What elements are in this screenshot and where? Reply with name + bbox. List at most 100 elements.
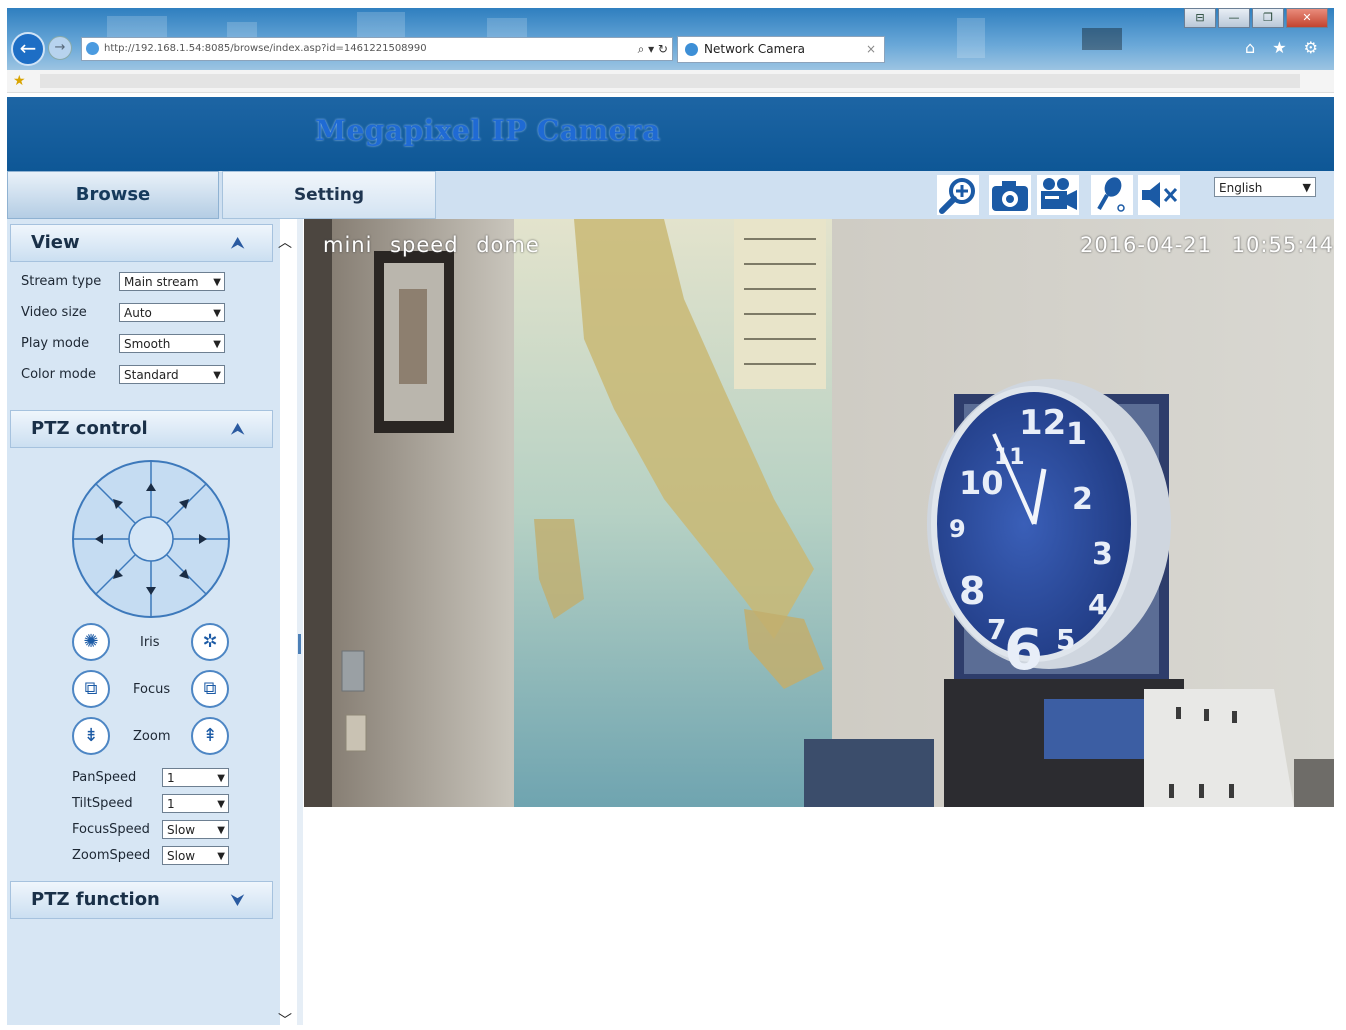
favorites-bar: ★ — [7, 70, 1334, 93]
stream-type-label: Stream type — [21, 274, 102, 289]
zoom-label: Zoom — [133, 729, 171, 744]
tilt-speed-label: TiltSpeed — [72, 796, 133, 811]
zoom-speed-select[interactable]: Slow ▼ — [162, 846, 229, 865]
focus-speed-select[interactable]: Slow ▼ — [162, 820, 229, 839]
color-mode-select[interactable]: Standard ▼ — [119, 365, 225, 384]
chevron-down-icon: ▼ — [217, 799, 225, 810]
tab-setting[interactable]: Setting — [222, 171, 436, 219]
clock-number: 4 — [1088, 588, 1107, 621]
view-section-header[interactable]: View ⮝ — [10, 224, 273, 262]
stream-type-select[interactable]: Main stream ▼ — [119, 272, 225, 291]
collapse-up-icon[interactable]: ⮝ — [231, 411, 244, 447]
chevron-down-icon: ▼ — [217, 851, 225, 862]
close-window-button[interactable]: ✕ — [1286, 8, 1328, 28]
chevron-down-icon: ▼ — [213, 308, 221, 319]
color-mode-value: Standard — [124, 368, 179, 382]
favorites-star-icon[interactable]: ★ — [13, 73, 26, 89]
focus-near-button[interactable]: ⧉ — [72, 670, 110, 708]
browser-tab[interactable]: Network Camera × — [677, 36, 885, 63]
left-panel: View ⮝ Stream type Main stream ▼ Video si… — [7, 219, 280, 1025]
iris-open-button[interactable]: ✲ — [191, 623, 229, 661]
live-video-view[interactable]: 12 1 2 3 4 5 6 7 8 9 10 11 mini speed do… — [304, 219, 1334, 807]
play-mode-value: Smooth — [124, 337, 171, 351]
focus-speed-value: Slow — [167, 823, 196, 837]
ptz-function-section-header[interactable]: PTZ function ⮟ — [10, 881, 273, 919]
panel-scroll-up-icon[interactable]: ︿ — [278, 232, 292, 252]
osd-camera-name: mini speed dome — [323, 233, 540, 257]
pan-speed-select[interactable]: 1 ▼ — [162, 768, 229, 787]
splitter-grip[interactable] — [298, 634, 301, 654]
panel-splitter[interactable] — [297, 219, 303, 1025]
pan-speed-label: PanSpeed — [72, 770, 137, 785]
clock-number: 7 — [987, 613, 1006, 646]
address-tools[interactable]: ⌕ ▾ ↻ — [638, 38, 668, 60]
nav-bar: Browse Setting English ▼ — [7, 171, 1334, 219]
clock-number: 1 — [1066, 417, 1087, 452]
browser-tools-icons[interactable]: ⌂ ★ ⚙ — [1245, 38, 1324, 57]
osd-timestamp: 2016-04-21 10:55:44 — [1079, 233, 1334, 257]
microphone-icon[interactable] — [1091, 175, 1133, 215]
chevron-down-icon: ▼ — [217, 773, 225, 784]
favorites-scroll-area — [40, 74, 1300, 88]
clock-number: 12 — [1019, 403, 1066, 443]
clock-number: 6 — [1004, 618, 1043, 683]
expand-down-icon[interactable]: ⮟ — [231, 882, 244, 918]
clock-number: 5 — [1056, 623, 1075, 656]
ptz-control-section-title: PTZ control — [31, 418, 148, 439]
chevron-down-icon: ▼ — [213, 277, 221, 288]
ptz-direction-dial[interactable] — [71, 459, 231, 619]
zoom-out-button[interactable]: ⇟ — [72, 717, 110, 755]
zoom-in-icon[interactable] — [937, 175, 979, 215]
restore-button[interactable]: ⊟ — [1184, 8, 1216, 28]
window-controls: ⊟ — ❐ ✕ — [1182, 8, 1328, 28]
tilt-speed-select[interactable]: 1 ▼ — [162, 794, 229, 813]
tilt-speed-value: 1 — [167, 797, 175, 811]
zoom-speed-value: Slow — [167, 849, 196, 863]
tab-title: Network Camera — [704, 42, 806, 56]
tab-favicon-icon — [685, 43, 698, 56]
panel-scroll-down-icon[interactable]: ﹀ — [278, 1010, 292, 1030]
stream-type-value: Main stream — [124, 275, 199, 289]
iris-close-button[interactable]: ✺ — [72, 623, 110, 661]
chevron-down-icon: ▼ — [1302, 181, 1311, 194]
clock-number: 9 — [949, 515, 966, 543]
app-header: Megapixel IP Camera — [7, 97, 1334, 171]
snapshot-camera-icon[interactable] — [989, 175, 1031, 215]
minimize-button[interactable]: — — [1218, 8, 1250, 28]
address-bar[interactable]: http://192.168.1.54:8085/browse/index.as… — [81, 37, 673, 61]
language-select[interactable]: English ▼ — [1214, 177, 1316, 197]
zoom-in-button[interactable]: ⇞ — [191, 717, 229, 755]
pan-speed-value: 1 — [167, 771, 175, 785]
ie-page-icon — [86, 42, 99, 55]
browser-chrome: ⊟ — ❐ ✕ ← → http://192.168.1.54:8085/bro… — [7, 8, 1334, 70]
tab-browse[interactable]: Browse — [7, 171, 219, 219]
clock-number: 8 — [959, 569, 985, 613]
zoom-speed-label: ZoomSpeed — [72, 848, 151, 863]
clock-number: 2 — [1072, 482, 1093, 517]
record-video-icon[interactable] — [1037, 175, 1079, 215]
view-section-title: View — [31, 232, 80, 253]
clock-number: 3 — [1092, 537, 1113, 572]
ptz-control-section-header[interactable]: PTZ control ⮝ — [10, 410, 273, 448]
video-size-label: Video size — [21, 305, 87, 320]
focus-far-button[interactable]: ⧉ — [191, 670, 229, 708]
video-size-select[interactable]: Auto ▼ — [119, 303, 225, 322]
url-text: http://192.168.1.54:8085/browse/index.as… — [104, 43, 427, 54]
focus-speed-label: FocusSpeed — [72, 822, 150, 837]
play-mode-label: Play mode — [21, 336, 90, 351]
camera-scene: 12 1 2 3 4 5 6 7 8 9 10 11 — [304, 219, 1334, 807]
forward-button[interactable]: → — [48, 36, 72, 60]
back-button[interactable]: ← — [11, 32, 45, 66]
chevron-down-icon: ▼ — [213, 339, 221, 350]
language-value: English — [1219, 181, 1263, 195]
app-title: Megapixel IP Camera — [315, 114, 661, 147]
chevron-down-icon: ▼ — [217, 825, 225, 836]
play-mode-select[interactable]: Smooth ▼ — [119, 334, 225, 353]
ptz-function-section-title: PTZ function — [31, 889, 160, 910]
focus-label: Focus — [133, 682, 171, 697]
collapse-up-icon[interactable]: ⮝ — [231, 225, 244, 261]
tab-close-icon[interactable]: × — [866, 37, 876, 62]
maximize-button[interactable]: ❐ — [1252, 8, 1284, 28]
color-mode-label: Color mode — [21, 367, 96, 382]
mute-speaker-icon[interactable] — [1138, 175, 1180, 215]
